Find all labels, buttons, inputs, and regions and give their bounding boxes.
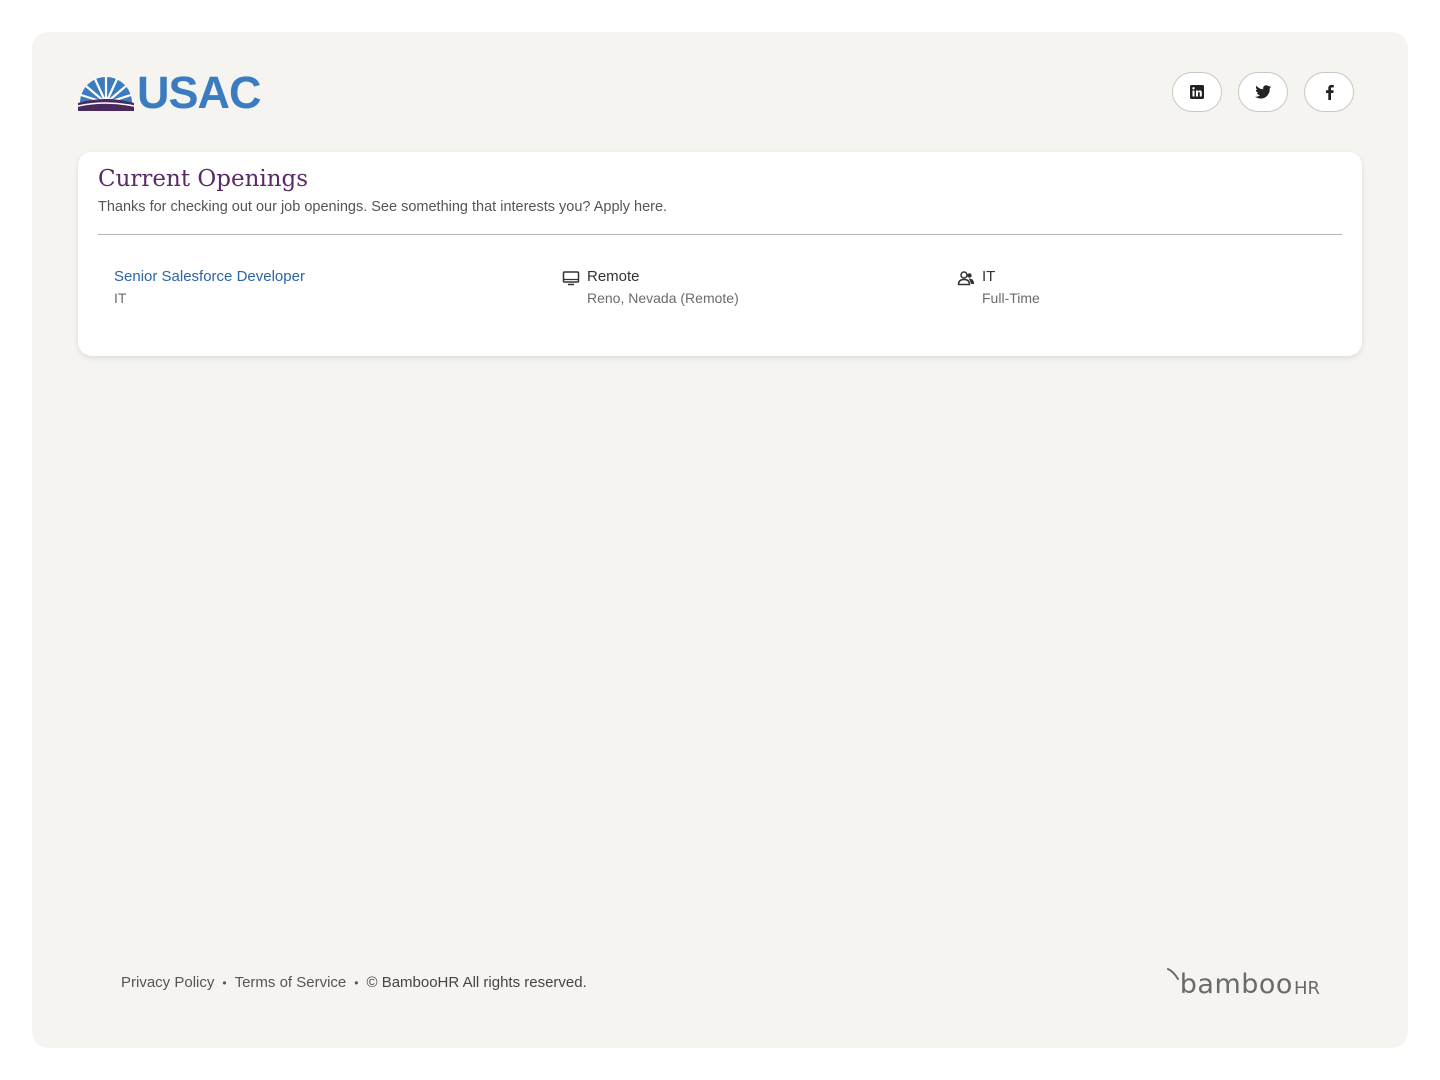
- separator-dot: •: [354, 975, 359, 990]
- location-text: Reno, Nevada (Remote): [587, 290, 739, 306]
- employment-type: Full-Time: [982, 290, 1040, 306]
- twitter-icon: [1255, 85, 1271, 99]
- usac-logo[interactable]: USAC: [78, 67, 262, 118]
- copyright-text: © BambooHR All rights reserved.: [366, 974, 587, 991]
- twitter-button[interactable]: [1238, 72, 1288, 112]
- bamboo-leaf-icon: [1166, 968, 1179, 980]
- monitor-icon: [562, 271, 580, 286]
- hr-wordmark: HR: [1293, 978, 1320, 999]
- separator-dot: •: [222, 975, 227, 990]
- job-title-link[interactable]: Senior Salesforce Developer: [114, 268, 305, 285]
- logo-text: USAC: [137, 67, 262, 118]
- facebook-icon: [1325, 84, 1334, 100]
- social-links: [1172, 72, 1354, 112]
- privacy-policy-link[interactable]: Privacy Policy: [121, 974, 214, 991]
- bamboohr-logo[interactable]: bamboo HR: [1166, 968, 1320, 1000]
- terms-of-service-link[interactable]: Terms of Service: [235, 974, 347, 991]
- usac-sunburst-icon: [78, 77, 134, 111]
- facebook-button[interactable]: [1304, 72, 1354, 112]
- bamboo-wordmark: bamboo: [1179, 969, 1293, 1000]
- linkedin-icon: [1190, 85, 1204, 99]
- linkedin-button[interactable]: [1172, 72, 1222, 112]
- people-icon: [957, 271, 975, 286]
- job-department: IT: [114, 290, 127, 306]
- footer-links: Privacy Policy • Terms of Service • © Ba…: [121, 974, 587, 991]
- divider: [98, 234, 1342, 235]
- team-name: IT: [982, 268, 996, 285]
- openings-subtitle: Thanks for checking out our job openings…: [98, 199, 668, 215]
- openings-card: Current Openings Thanks for checking out…: [78, 152, 1362, 356]
- page-frame: USAC Current Openings Thanks for checkin…: [32, 32, 1408, 1048]
- job-row: Senior Salesforce Developer IT Remote Re…: [114, 268, 1334, 314]
- openings-title: Current Openings: [98, 166, 309, 192]
- location-type: Remote: [587, 268, 640, 285]
